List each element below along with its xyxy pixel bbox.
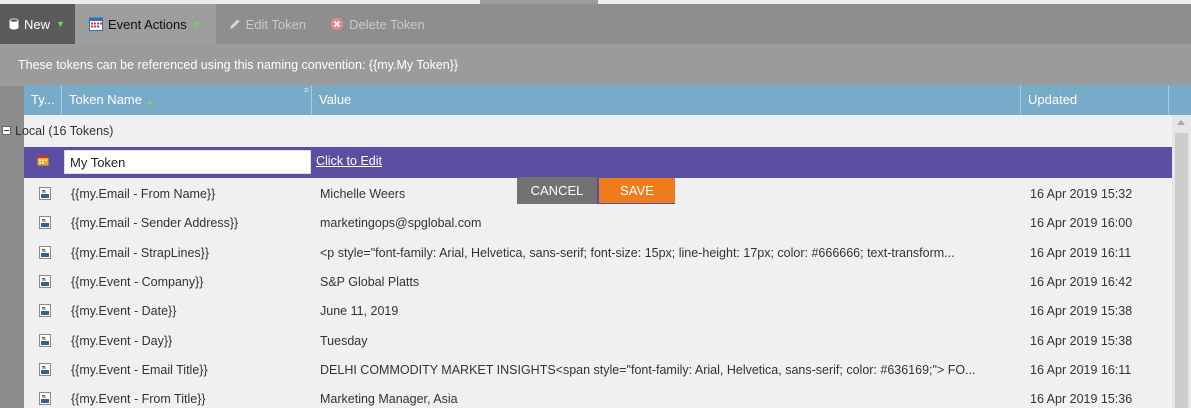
grid-header: Ty... Token Name ▲ ≡ Value Updated: [24, 85, 1191, 115]
token-name-cell: {{my.Email - From Name}}: [71, 187, 216, 201]
text-token-icon: [39, 274, 51, 288]
editing-row[interactable]: My Token Click to Edit: [24, 147, 1172, 178]
delete-token-label: Delete Token: [349, 16, 425, 32]
scroll-thumb[interactable]: [1175, 133, 1188, 408]
table-row[interactable]: {{my.Email - StrapLines}} <p style="font-…: [24, 238, 1172, 267]
token-name-cell: {{my.Event - Date}}: [71, 304, 177, 319]
table-row[interactable]: {{my.Event - Email Title}} DELHI COMMODIT…: [24, 355, 1172, 384]
token-name-cell: {{my.Event - Company}}: [71, 274, 204, 289]
table-row[interactable]: {{my.Email - Sender Address}} marketingop…: [24, 208, 1172, 237]
text-token-icon: [39, 216, 51, 230]
table-row[interactable]: {{my.Event - Day}} Tuesday 16 Apr 2019 15:…: [24, 326, 1172, 355]
token-name-cell: {{my.Event - From Title}}: [71, 392, 206, 407]
token-value-cell: Marketing Manager, Asia: [320, 392, 458, 407]
token-updated-cell: 16 Apr 2019 16:11: [1030, 245, 1132, 260]
delete-token-button[interactable]: Delete Token: [318, 4, 437, 44]
token-value-cell: DELHI COMMODITY MARKET INSIGHTS<span sty…: [320, 362, 976, 377]
naming-convention-info: These tokens can be referenced using thi…: [0, 44, 1191, 86]
pencil-icon: [228, 18, 241, 31]
group-label: Local (16 Tokens): [15, 123, 114, 138]
chevron-down-icon: ▼: [56, 19, 65, 29]
column-header-token-name-label: Token Name: [69, 92, 142, 107]
column-header-updated-label: Updated: [1028, 92, 1078, 107]
column-header-value[interactable]: Value: [312, 85, 1021, 115]
toolbar: New ▼ Event Actions ▼ Edit Token Delete …: [0, 4, 1191, 44]
calendar-icon: [88, 17, 103, 31]
token-name-cell: {{my.Email - StrapLines}}: [71, 245, 210, 260]
text-token-icon: [39, 362, 51, 376]
column-header-type[interactable]: Ty...: [24, 85, 62, 115]
group-header-local[interactable]: Local (16 Tokens): [0, 116, 1172, 145]
scroll-up-icon[interactable]: [1177, 120, 1185, 125]
grid-body: Local (16 Tokens) My Token Click to Edit…: [2, 115, 1172, 408]
token-updated-cell: 16 Apr 2019 16:11: [1030, 362, 1132, 377]
table-row[interactable]: {{my.Event - From Title}} Marketing Manag…: [24, 384, 1172, 408]
sort-ascending-icon: ▲: [145, 97, 154, 106]
token-value-cell: <p style="font-family: Arial, Helvetica,…: [320, 245, 955, 260]
event-actions-label: Event Actions: [107, 16, 187, 32]
token-updated-cell: 16 Apr 2019 15:32: [1030, 187, 1133, 201]
vertical-scrollbar[interactable]: [1172, 115, 1191, 408]
calendar-icon: [37, 155, 49, 169]
text-token-icon: [39, 187, 51, 200]
collapse-icon[interactable]: [2, 126, 11, 135]
column-menu-icon[interactable]: ≡: [304, 86, 309, 95]
token-name-input[interactable]: My Token: [64, 150, 311, 174]
token-name-cell: {{my.Email - Sender Address}}: [71, 216, 239, 231]
text-token-icon: [39, 392, 51, 406]
delete-circle-icon: [330, 17, 344, 31]
token-updated-cell: 16 Apr 2019 16:42: [1030, 274, 1133, 289]
text-token-icon: [39, 333, 51, 347]
edit-token-button[interactable]: Edit Token: [216, 4, 318, 44]
token-updated-cell: 16 Apr 2019 16:00: [1030, 216, 1133, 231]
click-to-edit-link[interactable]: Click to Edit: [316, 154, 382, 168]
column-header-type-label: Ty...: [31, 92, 55, 107]
column-header-value-label: Value: [319, 92, 352, 107]
token-name-cell: {{my.Event - Day}}: [71, 333, 173, 348]
event-actions-button[interactable]: Event Actions ▼: [74, 4, 216, 44]
tokens-grid: Ty... Token Name ▲ ≡ Value Updated Local …: [2, 85, 1191, 408]
new-button-label: New: [24, 16, 51, 32]
column-header-token-name[interactable]: Token Name ▲ ≡: [62, 85, 312, 115]
cancel-button[interactable]: CANCEL: [517, 177, 597, 204]
token-updated-cell: 16 Apr 2019 15:38: [1030, 333, 1133, 348]
column-header-updated[interactable]: Updated: [1021, 85, 1169, 115]
token-value-cell: S&P Global Platts: [320, 274, 420, 289]
token-updated-cell: 16 Apr 2019 15:36: [1030, 392, 1133, 407]
token-value-cell: Tuesday: [320, 333, 368, 348]
edit-action-buttons: CANCEL SAVE: [517, 177, 675, 204]
text-token-icon: [39, 245, 51, 259]
database-icon: [9, 18, 19, 30]
new-button[interactable]: New ▼: [0, 4, 75, 44]
save-button[interactable]: SAVE: [599, 178, 675, 203]
token-name-cell: {{my.Event - Email Title}}: [71, 362, 208, 377]
token-value-cell: June 11, 2019: [320, 304, 399, 319]
edit-token-label: Edit Token: [245, 16, 307, 32]
table-row[interactable]: {{my.Event - Company}} S&P Global Platts 1…: [24, 267, 1172, 296]
table-row[interactable]: {{my.Event - Date}} June 11, 2019 16 Apr 2…: [24, 296, 1172, 325]
token-updated-cell: 16 Apr 2019 15:38: [1030, 304, 1133, 319]
token-value-cell: marketingops@spglobal.com: [320, 216, 482, 231]
text-token-icon: [39, 304, 51, 318]
chevron-down-icon: ▼: [192, 19, 202, 29]
